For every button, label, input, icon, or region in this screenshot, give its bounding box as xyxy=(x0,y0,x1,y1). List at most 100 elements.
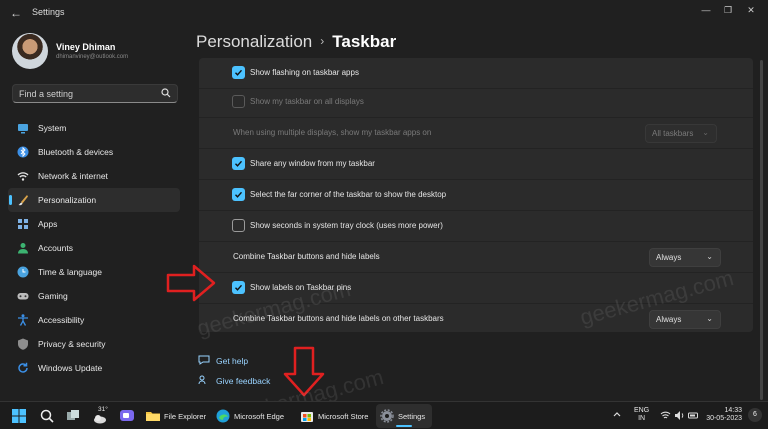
setting-row[interactable]: Show flashing on taskbar apps xyxy=(199,58,753,89)
folder-icon xyxy=(146,412,160,421)
setting-label: Share any window from my taskbar xyxy=(250,159,375,168)
taskbar-app-microsoft-store[interactable]: Microsoft Store xyxy=(296,404,372,428)
sidebar-item-windows-update[interactable]: Windows Update xyxy=(8,356,180,380)
taskbar-app-settings[interactable]: Settings xyxy=(376,404,432,428)
clock[interactable]: 14:33 30-05-2023 xyxy=(702,407,742,423)
checkbox-checked[interactable] xyxy=(232,188,245,201)
setting-row: Combine Taskbar buttons and hide labels … xyxy=(199,304,753,332)
sidebar-item-personalization[interactable]: Personalization xyxy=(8,188,180,212)
setting-label: Show seconds in system tray clock (uses … xyxy=(250,221,443,230)
sidebar-item-gaming[interactable]: Gaming xyxy=(8,284,180,308)
window-title: Settings xyxy=(32,7,65,17)
setting-dropdown[interactable]: Always ⌄ xyxy=(649,248,721,267)
sidebar-nav: System Bluetooth & devices Network & inter… xyxy=(8,116,180,380)
clock-time: 14:33 xyxy=(724,407,742,414)
close-button[interactable]: ✕ xyxy=(741,3,761,17)
sidebar-item-apps[interactable]: Apps xyxy=(8,212,180,236)
globe-clock-icon xyxy=(17,266,29,278)
taskbar-app-microsoft-edge[interactable]: Microsoft Edge xyxy=(212,404,296,428)
sidebar-item-bluetooth-devices[interactable]: Bluetooth & devices xyxy=(8,140,180,164)
chat-icon[interactable] xyxy=(120,409,134,423)
gamepad-icon xyxy=(17,293,29,300)
chevron-down-icon: ⌄ xyxy=(706,252,713,261)
user-profile[interactable]: Viney Dhiman dhimanviney@outlook.com xyxy=(12,33,192,71)
task-view-icon[interactable] xyxy=(66,409,80,423)
checkbox-checked[interactable] xyxy=(232,157,245,170)
sidebar-item-label: Accounts xyxy=(38,243,73,253)
active-app-indicator xyxy=(396,425,412,427)
checkmark-icon xyxy=(235,160,243,167)
feedback-icon xyxy=(198,375,206,385)
taskbar-behaviors-panel: Show flashing on taskbar apps Show my tas… xyxy=(199,58,753,332)
give-feedback-link[interactable]: Give feedback xyxy=(198,375,270,386)
taskbar-search-icon[interactable] xyxy=(40,409,54,423)
avatar xyxy=(12,33,48,69)
bluetooth-icon xyxy=(17,146,29,158)
shield-icon xyxy=(18,338,28,350)
sidebar-item-label: Privacy & security xyxy=(38,339,106,349)
setting-row[interactable]: Show seconds in system tray clock (uses … xyxy=(199,211,753,242)
sidebar-item-privacy-security[interactable]: Privacy & security xyxy=(8,332,180,356)
setting-row[interactable]: Show labels on Taskbar pins xyxy=(199,273,753,304)
maximize-button[interactable]: ❐ xyxy=(718,3,738,17)
breadcrumb-parent[interactable]: Personalization xyxy=(196,32,312,51)
weather-widget[interactable]: 31° xyxy=(90,404,112,428)
page-title: Taskbar xyxy=(332,32,397,51)
get-help-label: Get help xyxy=(216,356,249,366)
gear-icon xyxy=(380,409,394,423)
taskbar-app-file-explorer[interactable]: File Explorer xyxy=(142,404,212,428)
sidebar-item-label: Personalization xyxy=(38,195,97,205)
setting-label: Select the far corner of the taskbar to … xyxy=(250,190,447,199)
sidebar-item-time-language[interactable]: Time & language xyxy=(8,260,180,284)
show-hidden-icons-icon[interactable] xyxy=(612,410,622,420)
setting-row: Show my taskbar on all displays xyxy=(199,87,753,118)
setting-dropdown[interactable]: Always ⌄ xyxy=(649,310,721,329)
back-button[interactable]: ← xyxy=(8,5,24,21)
notification-badge[interactable]: 6 xyxy=(748,408,762,422)
setting-label: Combine Taskbar buttons and hide labels xyxy=(233,252,380,261)
give-feedback-label: Give feedback xyxy=(216,376,271,386)
clock-date: 30-05-2023 xyxy=(706,415,742,422)
checkbox-unchecked xyxy=(232,95,245,108)
user-email: dhimanviney@outlook.com xyxy=(56,54,129,60)
language-indicator[interactable]: ENG IN xyxy=(634,407,649,423)
accessibility-icon xyxy=(18,314,28,326)
wifi-icon[interactable] xyxy=(660,410,671,421)
title-bar: ← Settings — ❐ ✕ xyxy=(0,0,768,26)
setting-row[interactable]: Share any window from my taskbar xyxy=(199,149,753,180)
sidebar-item-label: Network & internet xyxy=(38,171,108,181)
user-name: Viney Dhiman xyxy=(56,42,116,52)
sidebar-item-accessibility[interactable]: Accessibility xyxy=(8,308,180,332)
monitor-icon xyxy=(18,124,28,134)
dropdown-value: Always xyxy=(656,253,682,262)
breadcrumb-separator: › xyxy=(320,34,325,48)
update-icon xyxy=(18,362,28,373)
active-indicator xyxy=(9,195,12,205)
search-placeholder: Find a setting xyxy=(19,89,74,99)
chevron-down-icon: ⌄ xyxy=(702,128,709,137)
minimize-button[interactable]: — xyxy=(696,3,716,17)
help-icon xyxy=(198,355,210,365)
sidebar-item-network-internet[interactable]: Network & internet xyxy=(8,164,180,188)
cloud-icon xyxy=(94,415,106,424)
sidebar-item-label: Gaming xyxy=(38,291,68,301)
sidebar-item-system[interactable]: System xyxy=(8,116,180,140)
sidebar-item-accounts[interactable]: Accounts xyxy=(8,236,180,260)
taskbar-app-label: Microsoft Edge xyxy=(234,412,285,421)
scrollbar[interactable] xyxy=(760,60,763,400)
setting-row[interactable]: Select the far corner of the taskbar to … xyxy=(199,180,753,211)
checkbox-checked[interactable] xyxy=(232,66,245,79)
checkbox-unchecked[interactable] xyxy=(232,219,245,232)
battery-icon[interactable] xyxy=(688,410,699,421)
search-icon[interactable] xyxy=(161,88,171,98)
checkbox-checked[interactable] xyxy=(232,281,245,294)
taskbar: 31° File Explorer Microsoft Edge Microsoft… xyxy=(0,401,768,429)
annotation-arrow-down xyxy=(283,346,325,397)
setting-label: When using multiple displays, show my ta… xyxy=(233,128,432,137)
sidebar-item-label: Apps xyxy=(38,219,58,229)
get-help-link[interactable]: Get help xyxy=(198,355,248,366)
start-icon[interactable] xyxy=(12,409,26,423)
search-input[interactable]: Find a setting xyxy=(12,84,178,103)
setting-row: Combine Taskbar buttons and hide labels A… xyxy=(199,242,753,273)
volume-icon[interactable] xyxy=(674,410,685,421)
